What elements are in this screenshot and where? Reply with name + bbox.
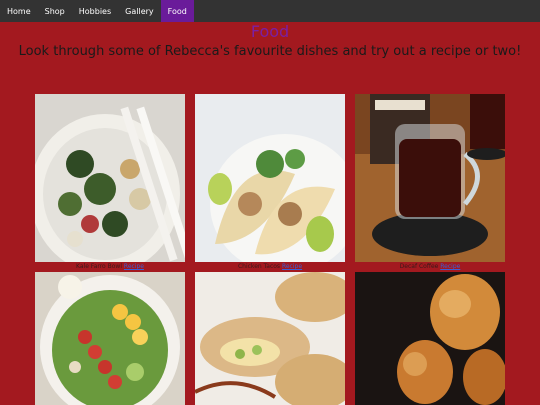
dish-card-decaf-coffee: Decaf Coffee Recipe xyxy=(355,94,505,272)
dish-name: Kale Farro Bowl xyxy=(76,263,122,270)
page-subtitle: Look through some of Rebecca's favourite… xyxy=(18,44,522,59)
dish-card-donuts xyxy=(355,272,505,405)
cobb-salad-photo xyxy=(35,272,185,405)
dish-card-chicken-tacos: Chicken Tacos Recipe xyxy=(195,94,345,272)
dish-name: Decaf Coffee xyxy=(399,263,439,270)
donuts-photo xyxy=(355,272,505,405)
recipe-link[interactable]: Recipe xyxy=(440,263,460,270)
nav-gallery[interactable]: Gallery xyxy=(118,0,161,22)
dish-card-stuffed-chicken xyxy=(195,272,345,405)
stuffed-chicken-photo xyxy=(195,272,345,405)
top-nav: Home Shop Hobbies Gallery Food xyxy=(0,0,540,22)
nav-shop[interactable]: Shop xyxy=(38,0,72,22)
nav-home[interactable]: Home xyxy=(0,0,38,22)
dish-caption: Kale Farro Bowl Recipe xyxy=(35,262,185,272)
chicken-tacos-photo xyxy=(195,94,345,262)
nav-hobbies[interactable]: Hobbies xyxy=(72,0,118,22)
dish-card-kale-farro-bowl: Kale Farro Bowl Recipe xyxy=(35,94,185,272)
dish-caption: Chicken Tacos Recipe xyxy=(195,262,345,272)
dish-card-cobb-salad xyxy=(35,272,185,405)
recipe-link[interactable]: Recipe xyxy=(124,263,144,270)
kale-bowl-photo xyxy=(35,94,185,262)
dish-name: Chicken Tacos xyxy=(237,263,281,270)
page-title: Food xyxy=(250,22,290,41)
decaf-coffee-photo xyxy=(355,94,505,262)
dish-caption: Decaf Coffee Recipe xyxy=(355,262,505,272)
nav-food[interactable]: Food xyxy=(160,0,194,22)
recipe-link[interactable]: Recipe xyxy=(282,263,302,270)
